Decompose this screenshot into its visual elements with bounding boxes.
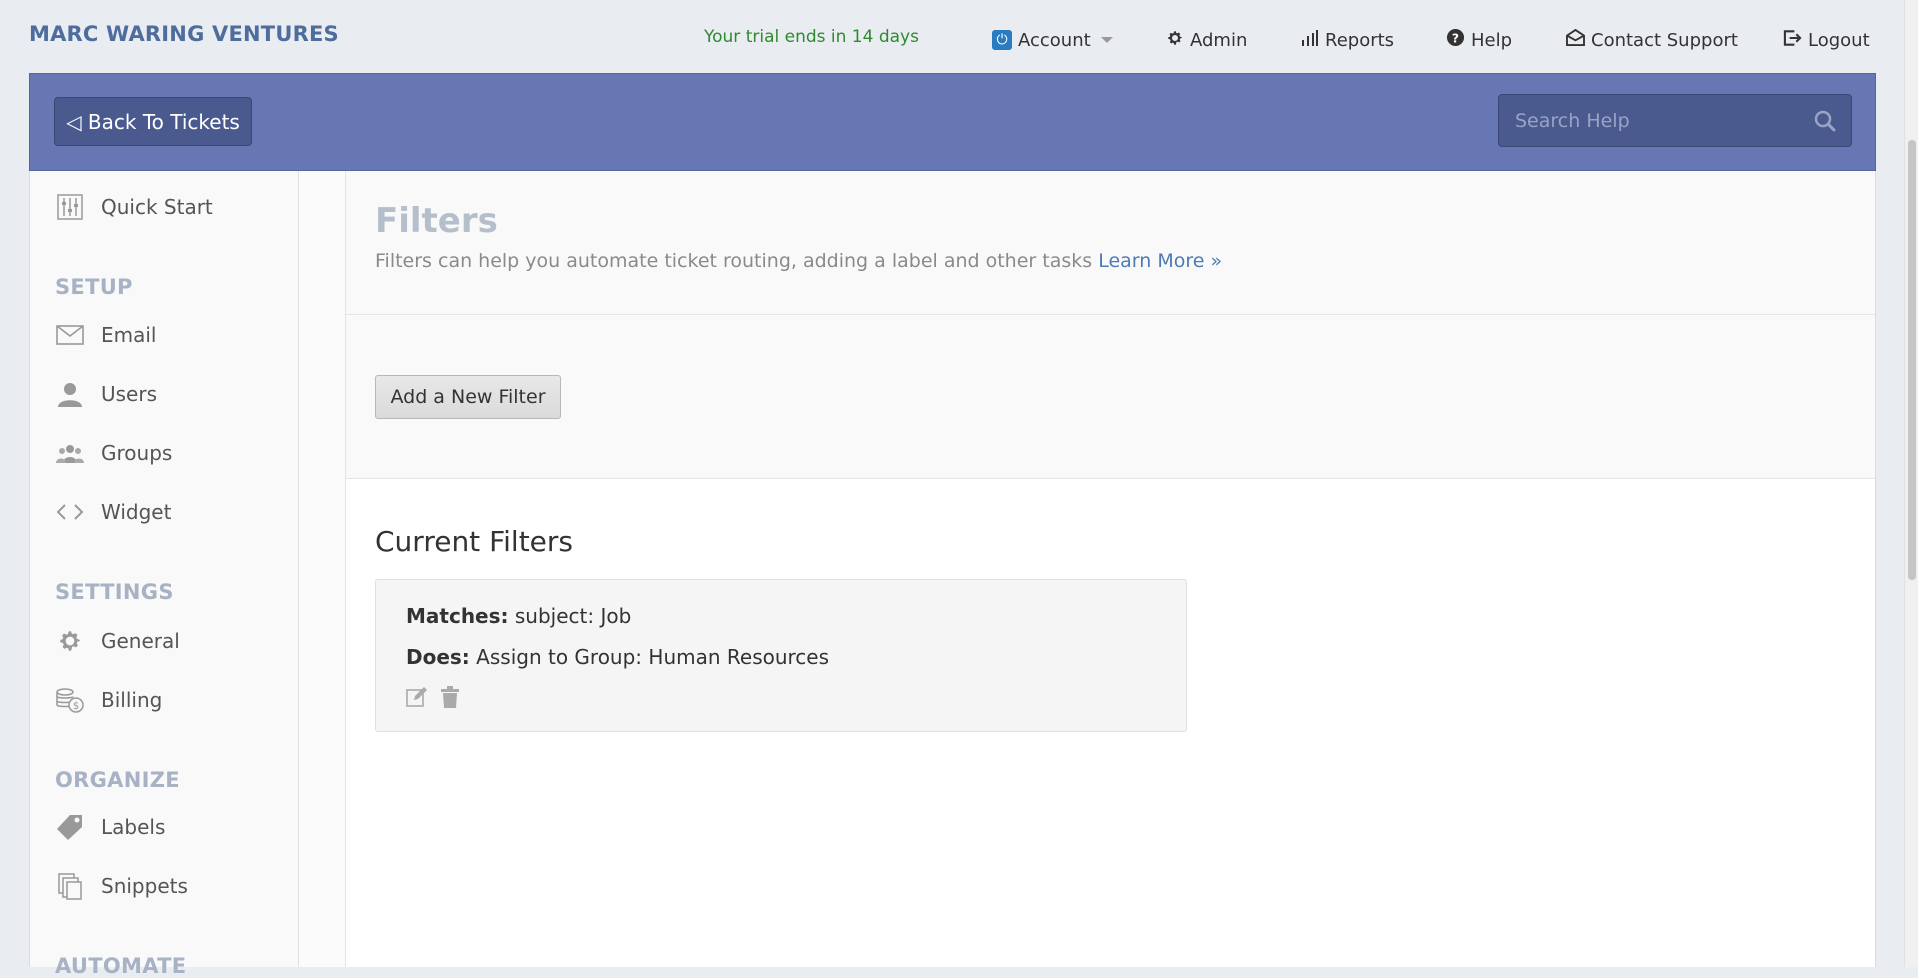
main-content: Filters Filters can help you automate ti… xyxy=(346,171,1876,967)
logout-icon xyxy=(1783,29,1802,52)
code-icon xyxy=(55,497,85,527)
page-header: Filters Filters can help you automate ti… xyxy=(346,171,1875,315)
search-input[interactable] xyxy=(1513,107,1807,135)
reports-label: Reports xyxy=(1325,29,1395,51)
sidebar-item-label: Users xyxy=(101,382,158,406)
does-value: Assign to Group: Human Resources xyxy=(476,645,830,669)
power-icon: ⏻ xyxy=(992,30,1012,50)
brand-name[interactable]: MARC WARING VENTURES xyxy=(29,22,339,46)
contact-support-link[interactable]: Contact Support xyxy=(1566,27,1738,53)
admin-link[interactable]: Admin xyxy=(1166,27,1247,53)
reports-link[interactable]: Reports xyxy=(1301,27,1394,53)
account-label: Account xyxy=(1018,29,1091,51)
question-icon: ? xyxy=(1446,28,1465,52)
header-band: ◁ Back To Tickets xyxy=(29,73,1876,171)
sidebar: Quick Start SETUP Email Users Groups Wid… xyxy=(29,171,299,978)
description-text: Filters can help you automate ticket rou… xyxy=(375,250,1093,272)
coins-icon: $ xyxy=(55,685,85,715)
add-new-filter-button[interactable]: Add a New Filter xyxy=(375,375,561,419)
trial-notice: Your trial ends in 14 days xyxy=(704,27,919,47)
search-help-box[interactable] xyxy=(1498,94,1852,147)
chart-icon xyxy=(1301,29,1319,52)
filter-matches: Matches: subject: Job xyxy=(406,604,631,628)
scroll-thumb[interactable] xyxy=(1908,140,1916,580)
help-link[interactable]: ? Help xyxy=(1446,27,1512,53)
add-filter-section: Add a New Filter xyxy=(346,315,1875,479)
filter-card: Matches: subject: Job Does: Assign to Gr… xyxy=(375,579,1187,732)
trash-icon[interactable] xyxy=(440,686,460,712)
top-bar: MARC WARING VENTURES Your trial ends in … xyxy=(0,0,1918,73)
sidebar-item-widget[interactable]: Widget xyxy=(55,497,171,527)
sidebar-item-label: Labels xyxy=(101,815,166,839)
sidebar-item-users[interactable]: Users xyxy=(55,379,157,409)
current-filters-title: Current Filters xyxy=(375,525,573,558)
envelope-open-icon xyxy=(1566,28,1585,51)
contact-label: Contact Support xyxy=(1591,29,1738,51)
sidebar-item-label: Billing xyxy=(101,688,163,712)
setup-heading: SETUP xyxy=(55,275,133,299)
svg-text:?: ? xyxy=(1452,31,1459,45)
chevron-down-icon xyxy=(1100,37,1113,43)
sidebar-item-label: Snippets xyxy=(101,874,188,898)
page-title: Filters xyxy=(375,201,498,241)
does-label: Does: xyxy=(406,645,470,669)
sidebar-item-labels[interactable]: Labels xyxy=(55,812,165,842)
sidebar-item-groups[interactable]: Groups xyxy=(55,438,172,468)
sidebar-item-label: Widget xyxy=(101,500,172,524)
organize-heading: ORGANIZE xyxy=(55,768,180,792)
admin-label: Admin xyxy=(1190,29,1248,51)
sidebar-item-snippets[interactable]: Snippets xyxy=(55,871,188,901)
sidebar-item-label: General xyxy=(101,629,180,653)
envelope-icon xyxy=(55,320,85,350)
filter-actions xyxy=(406,686,460,712)
edit-icon[interactable] xyxy=(406,686,428,712)
sidebar-item-label: Email xyxy=(101,323,157,347)
back-to-tickets-button[interactable]: ◁ Back To Tickets xyxy=(54,97,252,146)
user-icon xyxy=(55,379,85,409)
learn-more-link[interactable]: Learn More » xyxy=(1098,250,1222,272)
logout-label: Logout xyxy=(1808,29,1870,51)
sidebar-item-billing[interactable]: $ Billing xyxy=(55,685,162,715)
matches-label: Matches: xyxy=(406,604,509,628)
sidebar-item-label: Quick Start xyxy=(101,195,213,219)
settings-heading: SETTINGS xyxy=(55,580,174,604)
automate-heading: AUTOMATE xyxy=(55,954,187,978)
tag-icon xyxy=(55,812,85,842)
matches-value: subject: Job xyxy=(514,604,632,628)
help-label: Help xyxy=(1471,29,1513,51)
sidebar-item-email[interactable]: Email xyxy=(55,320,157,350)
logout-link[interactable]: Logout xyxy=(1783,27,1870,53)
sidebar-item-quick-start[interactable]: Quick Start xyxy=(55,192,213,222)
content-gutter xyxy=(299,171,346,967)
gear-icon xyxy=(1166,29,1184,52)
copy-icon xyxy=(55,871,85,901)
search-icon[interactable] xyxy=(1813,109,1837,137)
sidebar-item-general[interactable]: General xyxy=(55,626,180,656)
sliders-icon xyxy=(55,192,85,222)
gear-icon xyxy=(55,626,85,656)
filter-does: Does: Assign to Group: Human Resources xyxy=(406,645,829,669)
svg-text:$: $ xyxy=(73,701,79,712)
account-menu[interactable]: ⏻ Account xyxy=(992,27,1113,53)
page-scrollbar[interactable] xyxy=(1904,0,1918,967)
sidebar-item-label: Groups xyxy=(101,441,173,465)
group-icon xyxy=(55,438,85,468)
page-description: Filters can help you automate ticket rou… xyxy=(375,250,1222,272)
